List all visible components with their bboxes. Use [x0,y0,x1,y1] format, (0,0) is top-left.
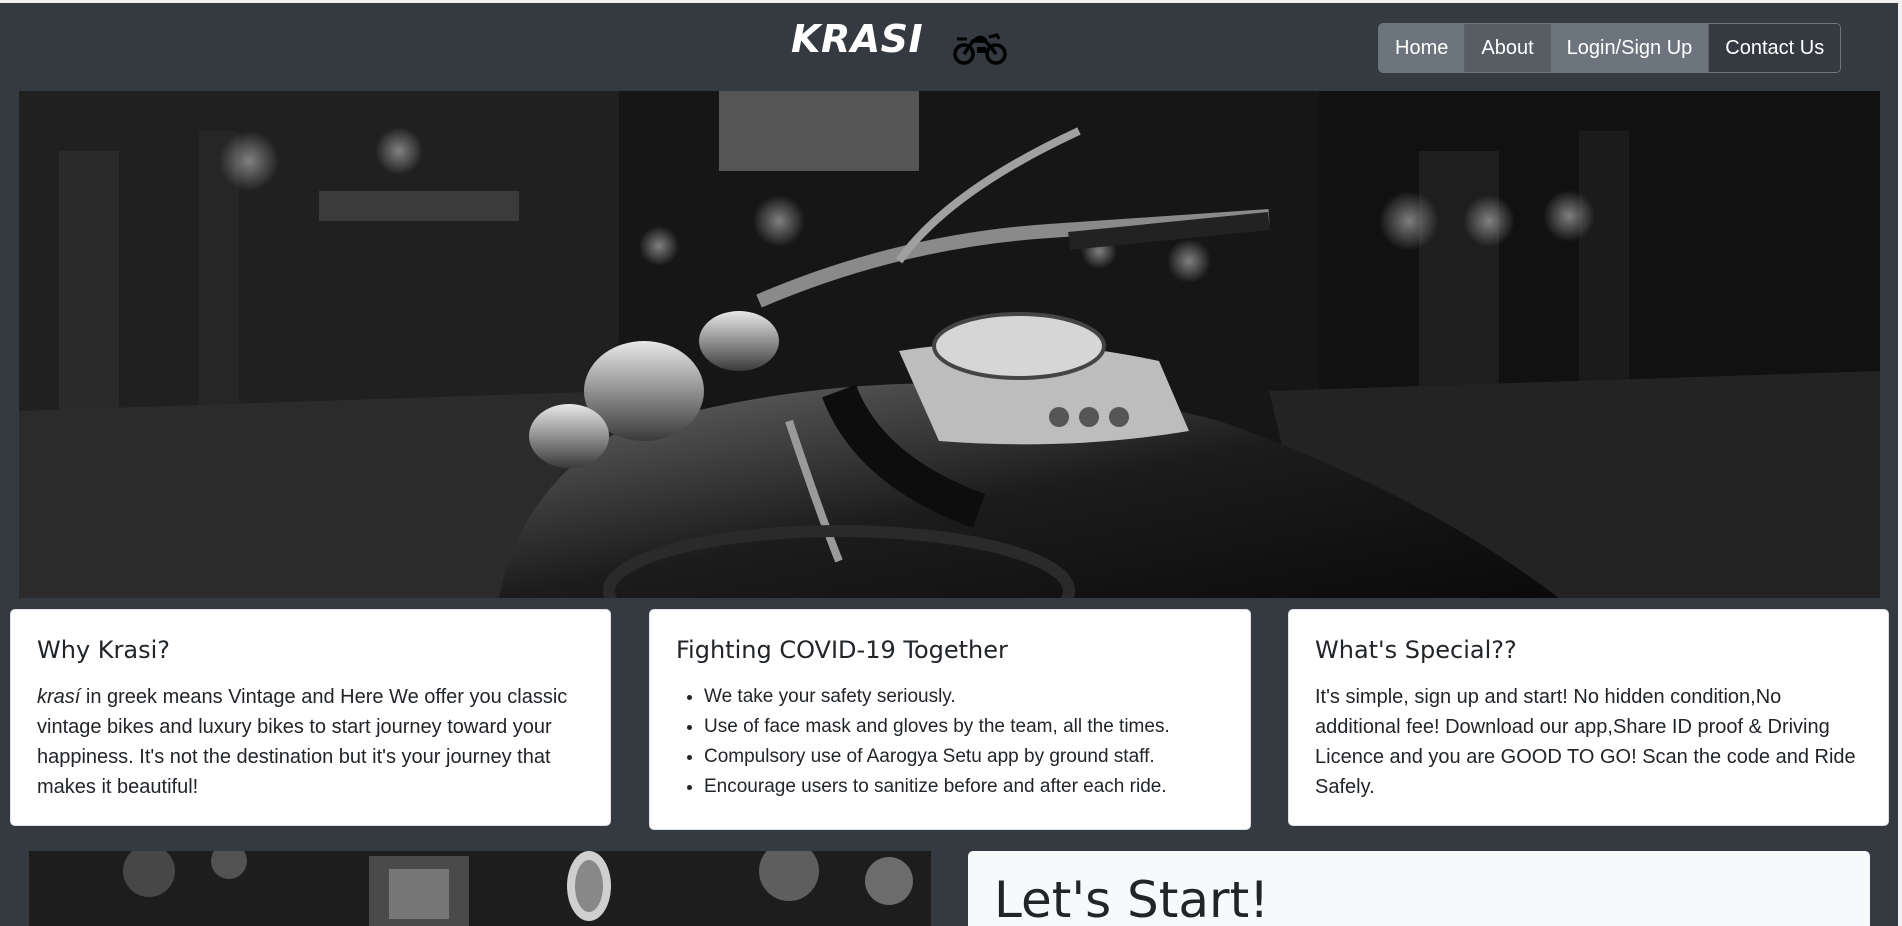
list-item: Use of face mask and gloves by the team,… [704,712,1224,742]
lets-start-title: Let's Start! [994,871,1270,926]
list-item: Compulsory use of Aarogya Setu app by gr… [704,742,1224,772]
card-body: It's simple, sign up and start! No hidde… [1315,686,1856,798]
list-item: We take your safety seriously. [704,682,1224,712]
card-body-text: in greek means Vintage and Here We offer… [37,686,568,798]
card-title: What's Special?? [1315,636,1517,664]
card-body: krasí in greek means Vintage and Here We… [37,682,584,802]
whats-special-card: What's Special?? It's simple, sign up an… [1288,609,1889,826]
covid-list: We take your safety seriously. Use of fa… [676,682,1224,802]
card-title: Fighting COVID-19 Together [676,636,1008,664]
nav-home[interactable]: Home [1379,24,1466,72]
card-title: Why Krasi? [37,636,170,664]
italic-word: krasí [37,686,81,708]
nav-login-signup[interactable]: Login/Sign Up [1550,24,1710,72]
nav-contact-us[interactable]: Contact Us [1709,24,1841,72]
brand-title[interactable]: KRASI [791,17,923,61]
list-item: Encourage users to sanitize before and a… [704,772,1224,802]
lets-start-panel: Let's Start! [968,851,1870,926]
motorbike-icon [953,27,1007,67]
why-krasi-card: Why Krasi? krasí in greek means Vintage … [10,609,611,826]
nav-about[interactable]: About [1465,24,1551,72]
bottom-image [29,851,931,926]
page: KRASI Home About Login/Sign Up Contact U… [0,0,1902,926]
hero-image [19,91,1880,598]
main-nav: Home About Login/Sign Up Contact Us [1378,23,1842,73]
covid-card: Fighting COVID-19 Together We take your … [649,609,1251,830]
